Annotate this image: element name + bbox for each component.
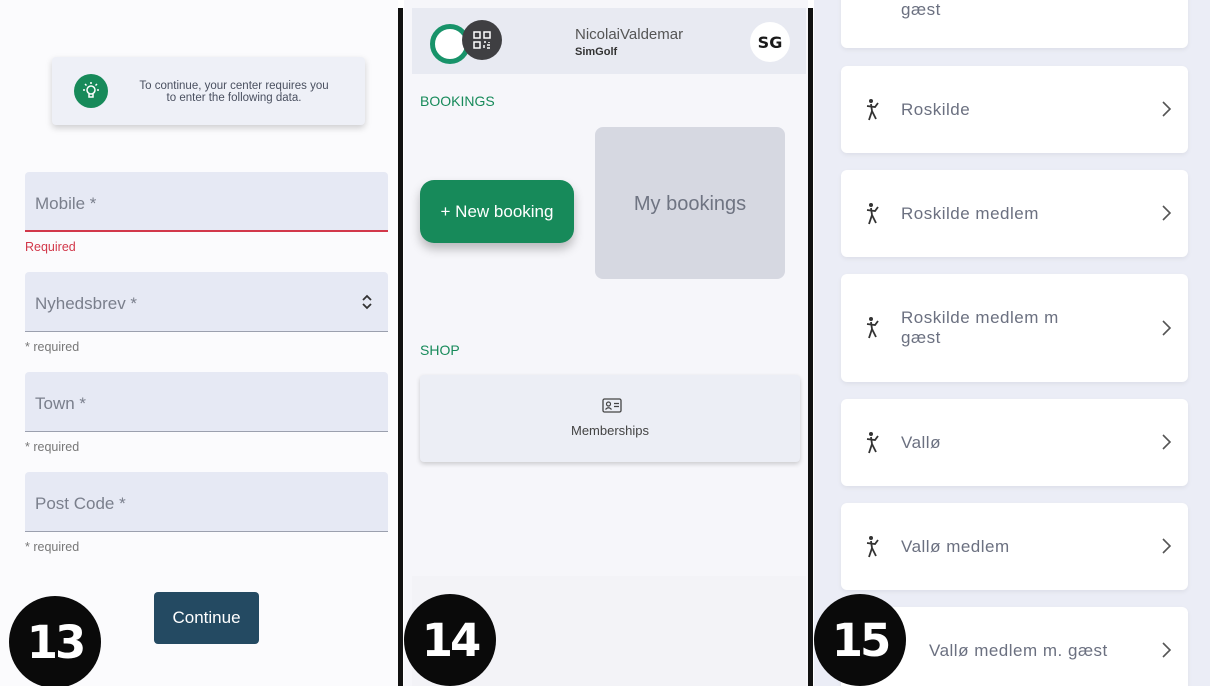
rate-label: Roskilde [901,100,971,119]
chevron-right-icon [1162,320,1172,336]
golfer-icon [866,99,879,121]
chevron-right-icon [1162,205,1172,221]
center-name: SimGolf [575,46,618,58]
new-booking-button[interactable]: + New booking [420,180,574,243]
golfer-icon [866,203,879,225]
rate-card-vallo[interactable]: Vallø [841,399,1188,486]
golfer-icon [866,432,879,454]
info-notice: To continue, your center requires you to… [52,57,365,125]
golfer-icon [866,317,879,339]
town-field[interactable]: Town * [25,372,388,432]
qr-code-icon[interactable] [462,20,502,60]
rate-label: Vallø [901,433,941,452]
rate-card-roskilde-medlem[interactable]: Roskilde medlem [841,170,1188,257]
rate-label: Vallø medlem m. gæst [929,641,1108,660]
chevron-right-icon [1162,101,1172,117]
rate-label-partial: gæst [901,0,941,19]
town-helper: * required [25,440,80,454]
chevron-right-icon [1162,642,1172,658]
rate-label: Vallø medlem [901,537,1010,556]
newsletter-select-label: Nyhedsbrev * [35,294,138,313]
post-code-helper: * required [25,540,80,554]
shop-section-title: SHOP [420,342,460,358]
step-badge-15: 15 [814,594,906,686]
post-code-field-label: Post Code * [35,494,126,513]
app-header: NicolaiValdemar SimGolf SG [412,8,806,74]
bookings-section-title: BOOKINGS [420,93,495,109]
memberships-card[interactable]: Memberships [420,375,800,462]
town-field-label: Town * [35,394,87,413]
center-logo[interactable]: SG [750,22,790,62]
golfer-icon [866,536,879,558]
lightbulb-icon [74,74,108,108]
rate-label: Roskilde medlem m gæst [901,308,1059,347]
mobile-field[interactable]: Mobile * [25,172,388,232]
memberships-label: Memberships [570,423,650,438]
post-code-field[interactable]: Post Code * [25,472,388,532]
newsletter-select[interactable]: Nyhedsbrev * [25,272,388,332]
my-bookings-button[interactable]: My bookings [595,127,785,279]
rate-card-roskilde[interactable]: Roskilde [841,66,1188,153]
step-badge-13: 13 [9,596,101,686]
rate-label: Roskilde medlem [901,204,1039,223]
divider [398,8,403,686]
mobile-field-label: Mobile * [35,194,97,213]
panel-rate-list: gæst Roskilde Roskilde medlem Roskilde m… [814,0,1210,686]
panel-home: NicolaiValdemar SimGolf SG BOOKINGS My b… [404,0,808,686]
panel-required-data: To continue, your center requires you to… [0,0,398,686]
continue-button[interactable]: Continue [154,592,259,644]
updown-chevron-icon [362,294,372,310]
membership-card-icon [602,398,622,413]
chevron-right-icon [1162,538,1172,554]
rate-card-roskilde-medlem-m-gaest[interactable]: Roskilde medlem m gæst [841,274,1188,382]
step-badge-14: 14 [404,594,496,686]
rate-card-partial[interactable]: gæst [841,0,1188,48]
mobile-helper: Required [25,240,76,254]
my-bookings-label: My bookings [633,193,747,215]
newsletter-helper: * required [25,340,80,354]
user-name: NicolaiValdemar [575,26,684,43]
rate-card-vallo-medlem[interactable]: Vallø medlem [841,503,1188,590]
notice-text: To continue, your center requires you to… [139,80,329,104]
chevron-right-icon [1162,434,1172,450]
divider [808,8,813,686]
